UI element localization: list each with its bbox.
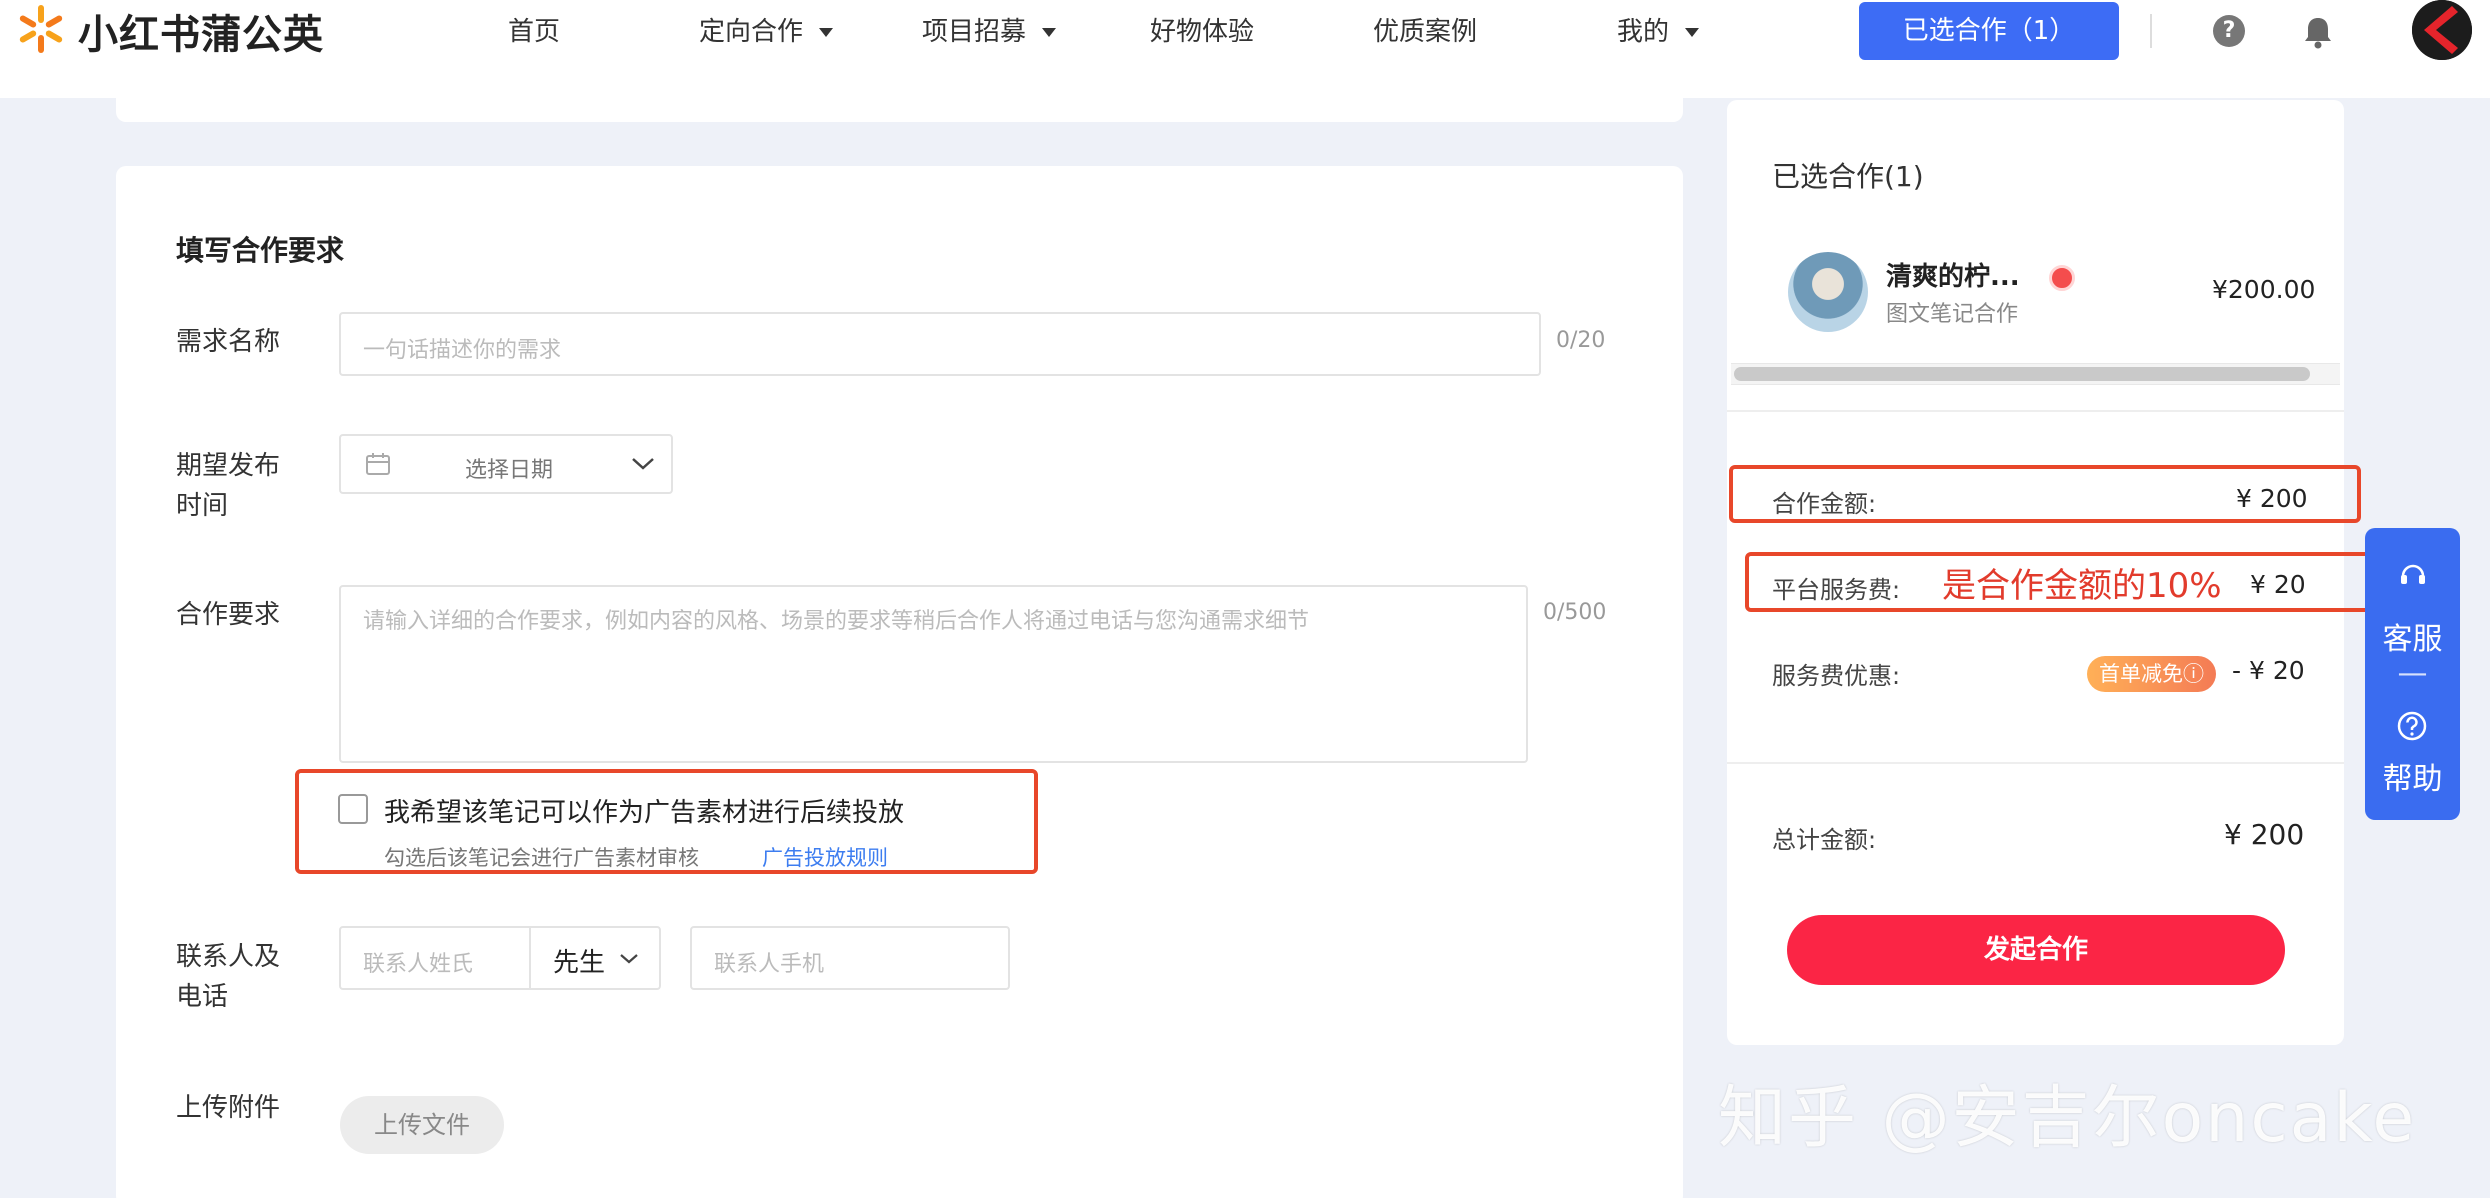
- requirements-counter: 0/500: [1543, 600, 1607, 625]
- contact-title-select[interactable]: 先生: [531, 928, 659, 988]
- bell-icon[interactable]: [2300, 14, 2336, 50]
- need-name-placeholder: 一句话描述你的需求: [363, 338, 562, 363]
- question-icon[interactable]: [2396, 710, 2428, 742]
- nav-cases-label: 优质案例: [1373, 17, 1478, 47]
- help-circle-icon[interactable]: ?: [2213, 15, 2245, 47]
- customer-service-label[interactable]: 客服: [2365, 614, 2460, 658]
- fee-annotation: 是合作金额的10%: [1942, 566, 2222, 606]
- publish-time-label-line1: 期望发布: [176, 451, 281, 481]
- nav-project-recruit[interactable]: 项目招募: [922, 8, 1057, 56]
- verified-badge-icon: [2049, 265, 2075, 291]
- user-avatar[interactable]: [2412, 0, 2472, 60]
- contact-title-value: 先生: [553, 948, 606, 978]
- date-placeholder: 选择日期: [465, 458, 554, 483]
- start-cooperation-button[interactable]: 发起合作: [1787, 915, 2285, 985]
- nav-mine[interactable]: 我的: [1617, 8, 1700, 56]
- floating-service-panel: 客服 — 帮助: [2365, 528, 2460, 820]
- caret-down-icon: [1685, 28, 1700, 37]
- creator-name[interactable]: 清爽的柠...: [1886, 256, 2020, 293]
- nav-cases[interactable]: 优质案例: [1373, 8, 1477, 56]
- ad-material-checkbox[interactable]: [338, 794, 368, 824]
- contact-name-placeholder: 联系人姓氏: [363, 952, 474, 977]
- nav-targeted-cooperation[interactable]: 定向合作: [699, 8, 834, 56]
- chevron-down-icon: [620, 954, 638, 964]
- selected-cooperation-button[interactable]: 已选合作（1）: [1859, 2, 2119, 60]
- brand-name: 小红书蒲公英: [78, 12, 324, 58]
- summary-divider: [1727, 410, 2344, 412]
- requirements-textarea[interactable]: 请输入详细的合作要求，例如内容的风格、场景的要求等稍后合作人将通过电话与您沟通需…: [339, 585, 1528, 763]
- upload-file-button[interactable]: 上传文件: [340, 1096, 504, 1154]
- chevron-down-icon: [632, 458, 654, 470]
- cooperation-type: 图文笔记合作: [1886, 302, 2019, 327]
- upload-label: 上传附件: [176, 1093, 281, 1123]
- summary-title: 已选合作(1): [1772, 160, 1924, 193]
- ad-hint-text: 勾选后该笔记会进行广告素材审核: [384, 846, 699, 870]
- contact-phone-placeholder: 联系人手机: [714, 952, 825, 977]
- nav-targeted-label: 定向合作: [699, 17, 804, 47]
- fee-value: ¥ 20: [2250, 570, 2306, 599]
- ad-rule-link[interactable]: 广告投放规则: [762, 842, 888, 872]
- discount-label: 服务费优惠:: [1772, 662, 1901, 690]
- calendar-icon: [366, 453, 390, 475]
- scrollbar-thumb[interactable]: [1734, 367, 2310, 381]
- requirements-placeholder: 请输入详细的合作要求，例如内容的风格、场景的要求等稍后合作人将通过电话与您沟通需…: [363, 609, 1310, 634]
- contact-name-input[interactable]: 联系人姓氏: [341, 928, 531, 988]
- amount-label: 合作金额:: [1772, 490, 1877, 518]
- nav-trial-label: 好物体验: [1150, 17, 1255, 47]
- total-value: ¥ 200: [2224, 818, 2305, 851]
- avatar-graphic: [2412, 0, 2472, 60]
- pinwheel-logo-icon: [19, 5, 63, 53]
- form-title: 填写合作要求: [176, 234, 345, 267]
- contact-label-line2: 电话: [176, 982, 229, 1012]
- need-name-label: 需求名称: [176, 327, 281, 357]
- zhihu-watermark: 知乎 @安吉尔oncake: [1718, 1079, 2417, 1158]
- brand-logo[interactable]: 小红书蒲公英: [12, 0, 324, 62]
- first-order-discount-badge[interactable]: 首单减免ⓘ: [2087, 656, 2216, 692]
- contact-phone-input[interactable]: 联系人手机: [690, 926, 1010, 990]
- float-separator: —: [2397, 656, 2428, 691]
- creator-avatar[interactable]: [1788, 252, 1868, 332]
- nav-mine-label: 我的: [1617, 17, 1670, 47]
- need-name-input[interactable]: 一句话描述你的需求: [339, 312, 1541, 376]
- previous-section-card: [116, 60, 1683, 122]
- item-price: ¥200.00: [2212, 275, 2316, 304]
- contact-name-group: 联系人姓氏 先生: [339, 926, 661, 990]
- caret-down-icon: [819, 28, 834, 37]
- header-divider: [2150, 14, 2152, 48]
- date-picker[interactable]: 选择日期: [339, 434, 673, 494]
- discount-value: - ¥ 20: [2232, 656, 2305, 685]
- summary-divider: [1727, 762, 2344, 764]
- publish-time-label-line2: 时间: [176, 491, 229, 521]
- ad-checkbox-label[interactable]: 我希望该笔记可以作为广告素材进行后续投放: [384, 792, 904, 829]
- amount-value: ¥ 200: [2236, 484, 2308, 513]
- total-label: 总计金额:: [1772, 826, 1877, 854]
- nav-recruit-label: 项目招募: [922, 17, 1027, 47]
- nav-product-trial[interactable]: 好物体验: [1150, 8, 1254, 56]
- headset-icon[interactable]: [2397, 558, 2429, 590]
- nav-home[interactable]: 首页: [508, 8, 560, 56]
- need-name-counter: 0/20: [1556, 328, 1606, 353]
- nav-home-label: 首页: [508, 17, 561, 47]
- caret-down-icon: [1042, 28, 1057, 37]
- fee-label: 平台服务费:: [1772, 576, 1901, 604]
- requirements-label: 合作要求: [176, 600, 281, 630]
- help-label[interactable]: 帮助: [2365, 754, 2460, 798]
- contact-label-line1: 联系人及: [176, 942, 281, 972]
